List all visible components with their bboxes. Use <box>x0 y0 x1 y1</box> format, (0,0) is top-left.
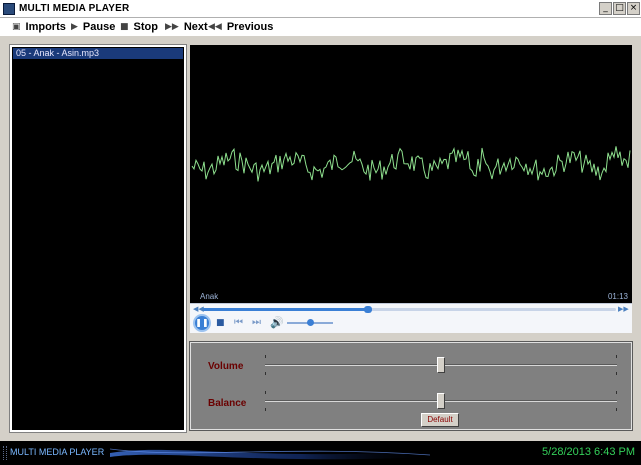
menu-stop[interactable]: ■ Stop <box>120 20 158 34</box>
previous-track-button[interactable]: ⏮ <box>234 317 243 328</box>
stop-button[interactable]: ■ <box>216 318 225 328</box>
adjust-panel: Volume Balance Default <box>189 341 633 431</box>
title-bar: MULTI MEDIA PLAYER _ □ × <box>0 0 641 18</box>
balance-label: Balance <box>208 398 247 409</box>
swoosh-decoration <box>110 448 430 460</box>
app-icon <box>3 3 15 15</box>
status-title: MULTI MEDIA PLAYER <box>10 447 105 457</box>
balance-tick <box>265 408 266 411</box>
track-time: 01:13 <box>607 292 628 301</box>
volume-tick <box>265 372 266 375</box>
seek-thumb[interactable] <box>363 306 372 313</box>
status-bar: MULTI MEDIA PLAYER 5/28/2013 6:43 PM <box>0 441 641 465</box>
waveform-line <box>191 146 631 182</box>
menu-imports[interactable]: ▣ Imports <box>12 20 66 34</box>
balance-thumb[interactable] <box>437 393 445 409</box>
volume-tick <box>616 372 617 375</box>
menu-pause[interactable]: ▶ Pause <box>71 20 115 34</box>
volume-thumb[interactable] <box>437 357 445 373</box>
status-clock: 5/28/2013 6:43 PM <box>542 446 635 458</box>
balance-tick <box>616 408 617 411</box>
menu-stop-label: Stop <box>133 21 158 33</box>
grip-icon <box>3 446 7 460</box>
mini-volume-slider[interactable] <box>287 319 333 326</box>
volume-tick <box>616 355 617 358</box>
default-button[interactable]: Default <box>421 413 459 427</box>
menu-next-label: Next <box>183 21 208 33</box>
next-track-button[interactable]: ⏭ <box>252 317 261 328</box>
balance-tick <box>616 391 617 394</box>
seek-bar[interactable] <box>202 306 616 313</box>
waveform <box>191 146 631 182</box>
menu-pause-label: Pause <box>82 21 116 33</box>
maximize-button[interactable]: □ <box>613 2 626 15</box>
mini-volume-thumb[interactable] <box>307 319 314 326</box>
volume-tick <box>265 355 266 358</box>
menu-previous[interactable]: ◀◀ Previous <box>208 20 273 34</box>
playlist-item[interactable]: 05 - Anak - Asin.mp3 <box>13 48 183 59</box>
menu-bar: ▣ Imports ▶ Pause ■ Stop ▶▶ Next ◀◀ Prev… <box>0 18 641 36</box>
folder-icon: ▣ <box>12 22 21 32</box>
visualization-panel: Anak 01:13 <box>190 45 632 303</box>
pause-icon: ▶ <box>71 22 78 32</box>
volume-label: Volume <box>208 361 244 372</box>
rewind-icon[interactable]: ◀◀ <box>193 305 204 313</box>
menu-next[interactable]: ▶▶ Next <box>165 20 208 34</box>
balance-tick <box>265 391 266 394</box>
pause-button[interactable]: ❚❚ <box>193 314 211 332</box>
volume-slider[interactable] <box>265 355 617 375</box>
minimize-button[interactable]: _ <box>599 2 612 15</box>
seek-progress <box>202 308 368 311</box>
playlist-panel[interactable]: 05 - Anak - Asin.mp3 <box>9 44 187 433</box>
menu-previous-label: Previous <box>226 21 274 33</box>
previous-icon: ◀◀ <box>208 22 222 32</box>
next-icon: ▶▶ <box>165 22 179 32</box>
speaker-icon[interactable]: 🔊 <box>270 316 284 329</box>
fast-forward-icon[interactable]: ▶▶ <box>618 305 629 313</box>
window-title: MULTI MEDIA PLAYER <box>19 3 130 14</box>
menu-imports-label: Imports <box>25 21 66 33</box>
balance-slider[interactable] <box>265 391 617 411</box>
track-title: Anak <box>200 292 219 301</box>
stop-icon: ■ <box>120 22 129 32</box>
player-controls: ◀◀ ▶▶ ❚❚ ■ ⏮ ⏭ 🔊 <box>190 303 632 333</box>
close-button[interactable]: × <box>627 2 640 15</box>
